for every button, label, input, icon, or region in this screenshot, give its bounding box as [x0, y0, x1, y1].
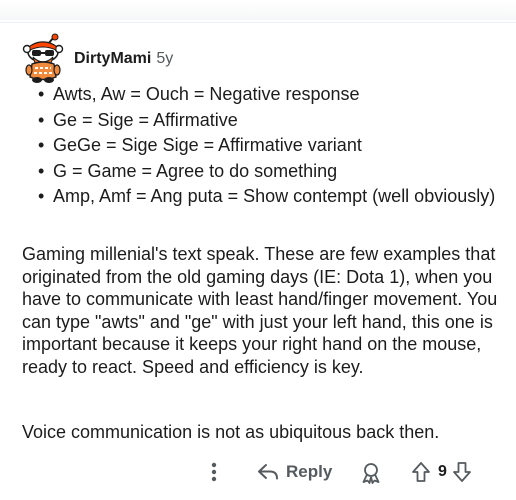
list-item: • GeGe = Sige Sige = Affirmative variant — [38, 133, 498, 159]
bullet-dot: • — [38, 135, 45, 155]
downvote-arrow-icon — [453, 462, 471, 482]
previous-comment-strip — [0, 0, 516, 20]
bullet-dot: • — [38, 109, 45, 130]
definitions-list: • Awts, Aw = Ouch = Negative response • Ge… — [38, 82, 498, 210]
user-avatar[interactable] — [18, 33, 68, 85]
previous-comment-edge — [0, 0, 516, 22]
upvote-button[interactable] — [409, 459, 433, 485]
award-icon — [362, 463, 380, 484]
top-divider — [0, 22, 516, 23]
list-item: • G = Game = Agree to do something — [38, 159, 498, 185]
downvote-button[interactable] — [450, 459, 474, 485]
list-item-text: GeGe = Sige Sige = Affirmative variant — [53, 135, 362, 155]
bullet-dot: • — [38, 84, 45, 104]
comment-paragraph: Gaming millenial's text speak. These are… — [22, 244, 498, 377]
vote-score: 9 — [438, 463, 447, 480]
list-item-text: G = Game = Agree to do something — [53, 160, 338, 181]
list-item: • Ge = Sige = Affirmative — [38, 108, 498, 134]
reply-arrow-icon — [258, 464, 278, 480]
bullet-dot: • — [38, 186, 45, 206]
comment-header: DirtyMami 5y — [18, 31, 173, 87]
username-link[interactable]: DirtyMami — [74, 50, 151, 68]
vote-controls: 9 — [409, 459, 474, 485]
list-item-text: Awts, Aw = Ouch = Negative response — [53, 84, 360, 104]
award-button[interactable] — [358, 460, 384, 486]
more-vertical-icon — [211, 462, 217, 482]
reply-button[interactable]: Reply — [257, 459, 332, 485]
reply-label: Reply — [286, 462, 333, 481]
comment-paragraph: Voice communication is not as ubiquitous… — [22, 422, 440, 442]
list-item-text: Amp, Amf = Ang puta = Show contempt (wel… — [53, 186, 496, 206]
snoo-avatar-icon — [22, 33, 64, 83]
list-item: • Awts, Aw = Ouch = Negative response — [38, 82, 498, 108]
more-options-button[interactable] — [206, 460, 222, 484]
list-item-text: Ge = Sige = Affirmative — [53, 109, 238, 130]
bullet-dot: • — [38, 160, 45, 181]
list-item: • Amp, Amf = Ang puta = Show contempt (we… — [38, 184, 498, 210]
comment-age: 5y — [156, 50, 174, 67]
upvote-arrow-icon — [412, 462, 430, 482]
comment-action-bar: Reply 9 — [0, 455, 516, 489]
